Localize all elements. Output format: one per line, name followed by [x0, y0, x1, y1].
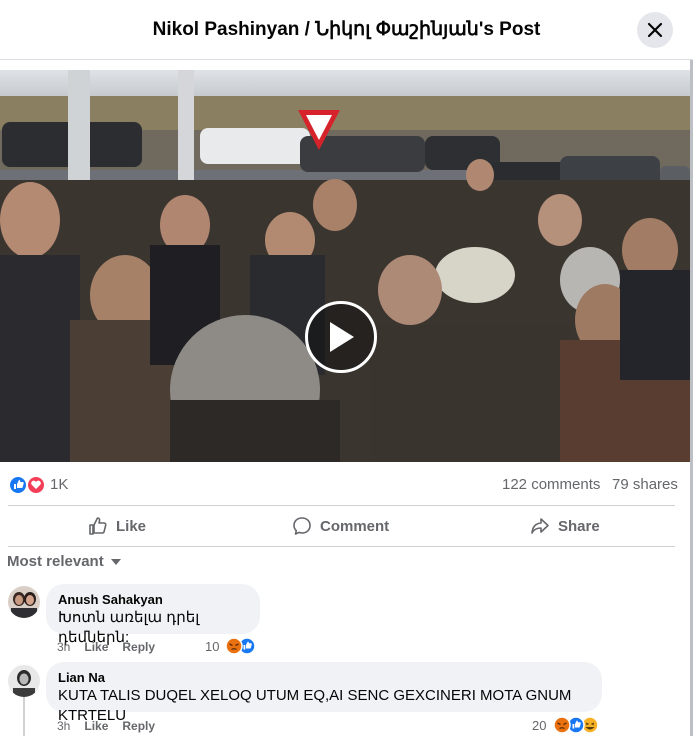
comment-like-button[interactable]: Like	[84, 640, 108, 654]
thumbs-up-icon	[89, 517, 107, 535]
close-button[interactable]	[637, 12, 673, 48]
caret-down-icon	[110, 558, 121, 565]
video-player[interactable]	[0, 70, 690, 462]
comment-author[interactable]: Anush Sahakyan	[58, 592, 248, 608]
comment-time[interactable]: 3h	[57, 719, 70, 733]
post-title: Nikol Pashinyan / Նիկոլ Փաշինյան's Post	[152, 19, 541, 40]
like-label: Like	[116, 517, 147, 535]
comment-button[interactable]: Comment	[292, 507, 389, 545]
comment-time[interactable]: 3h	[57, 640, 70, 654]
shares-count[interactable]: 79 shares	[612, 476, 678, 493]
sort-label: Most relevant	[7, 553, 104, 570]
angry-icon	[553, 716, 572, 734]
comment-reactions[interactable]: 10	[205, 637, 259, 655]
avatar[interactable]	[8, 586, 40, 618]
play-icon	[330, 322, 354, 352]
avatar-photo	[8, 586, 40, 618]
post-header: Nikol Pashinyan / Նիկոլ Փաշինյան's Post	[0, 0, 693, 60]
comment-reply-button[interactable]: Reply	[122, 640, 155, 654]
comment-reactions[interactable]: 20	[532, 716, 600, 734]
play-button[interactable]	[305, 301, 377, 373]
thread-line	[23, 697, 25, 736]
angry-icon	[225, 637, 244, 655]
video-frame	[0, 70, 690, 462]
like-button[interactable]: Like	[88, 507, 146, 545]
comment-reaction-count: 10	[205, 638, 220, 654]
like-icon	[8, 475, 28, 495]
comment-meta: 3h Like Reply	[57, 719, 155, 733]
share-label: Share	[558, 517, 600, 535]
reaction-icons[interactable]	[8, 475, 48, 495]
comment-author[interactable]: Lian Na	[58, 670, 590, 686]
close-icon	[647, 22, 663, 38]
comment-meta: 3h Like Reply	[57, 640, 155, 654]
comment-label: Comment	[320, 517, 390, 535]
comment-reaction-count: 20	[532, 717, 547, 733]
comment-icon	[293, 517, 311, 535]
comment-sort-dropdown[interactable]: Most relevant	[7, 553, 122, 570]
avatar[interactable]	[8, 665, 40, 697]
divider	[8, 546, 675, 547]
comment-like-button[interactable]: Like	[84, 719, 108, 733]
comments-count[interactable]: 122 comments	[502, 476, 600, 493]
avatar-photo	[8, 665, 40, 697]
reaction-icons	[225, 637, 257, 655]
reaction-count[interactable]: 1K	[50, 476, 68, 493]
divider	[8, 505, 675, 506]
comment-bubble: Lian Na KUTA TALIS DUQEL XELOQ UTUM EQ,A…	[46, 662, 602, 724]
post-actions: Like Comment Share	[8, 507, 675, 545]
share-button[interactable]: Share	[530, 507, 600, 545]
love-icon	[26, 475, 46, 495]
post-stats: 1K 122 comments 79 shares	[0, 470, 690, 500]
comment-reply-button[interactable]: Reply	[122, 719, 155, 733]
comment-bubble: Anush Sahakyan Խոտն առելա դրել դեմներն:	[46, 584, 260, 646]
share-icon	[531, 518, 549, 534]
reaction-icons	[553, 716, 600, 734]
